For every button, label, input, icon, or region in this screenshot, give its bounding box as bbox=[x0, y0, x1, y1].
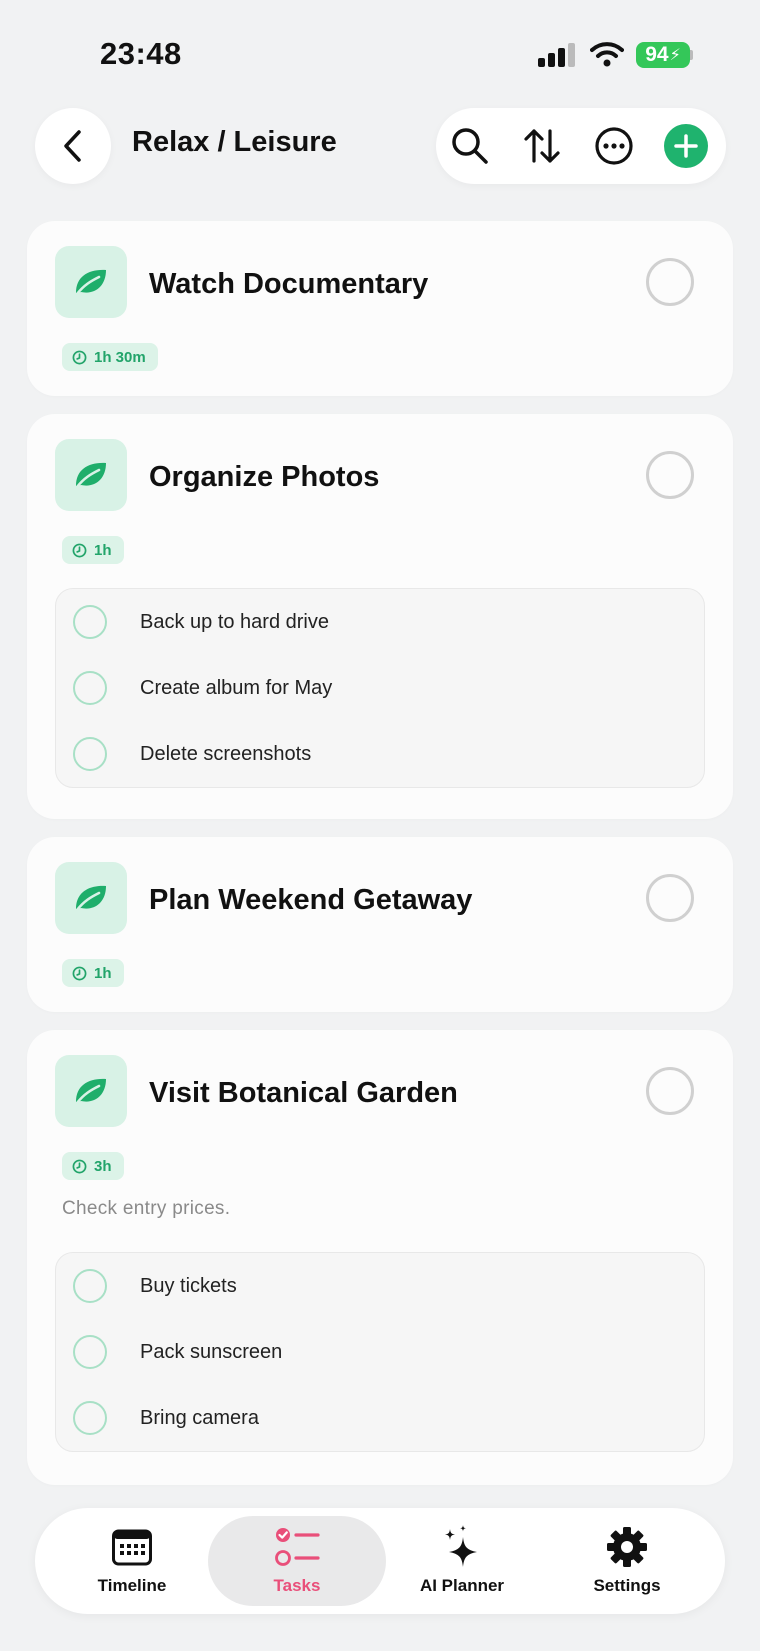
task-title: Plan Weekend Getaway bbox=[149, 884, 473, 916]
subtask-item[interactable]: Pack sunscreen bbox=[56, 1319, 704, 1385]
subtask-item[interactable]: Bring camera bbox=[56, 1385, 704, 1451]
subtask-checkbox[interactable] bbox=[73, 671, 107, 705]
subtask-label: Buy tickets bbox=[140, 1274, 237, 1297]
header: Relax / Leisure bbox=[0, 100, 760, 200]
cellular-signal-icon bbox=[538, 42, 578, 73]
duration-text: 1h bbox=[94, 541, 112, 559]
calendar-icon bbox=[112, 1526, 152, 1568]
subtask-list: Buy tickets Pack sunscreen Bring camera bbox=[55, 1252, 705, 1452]
header-actions bbox=[436, 108, 726, 184]
tab-tasks[interactable]: Tasks bbox=[208, 1516, 386, 1606]
chevron-left-icon bbox=[64, 130, 81, 162]
task-list: Watch Documentary 1h 30m Organize Photos… bbox=[27, 221, 733, 1503]
tab-label: Tasks bbox=[273, 1576, 321, 1595]
status-bar: 23:48 94 ⚡ bbox=[0, 0, 760, 100]
leaf-icon bbox=[55, 439, 127, 511]
status-time: 23:48 bbox=[100, 36, 182, 71]
tab-ai-planner[interactable]: AI Planner bbox=[373, 1516, 551, 1606]
subtask-checkbox[interactable] bbox=[73, 1401, 107, 1435]
tab-settings[interactable]: Settings bbox=[538, 1516, 716, 1606]
task-card[interactable]: Organize Photos 1h Back up to hard drive… bbox=[27, 414, 733, 819]
sparkles-icon bbox=[441, 1525, 483, 1568]
charging-bolt-icon: ⚡ bbox=[669, 47, 681, 64]
subtask-list: Back up to hard drive Create album for M… bbox=[55, 588, 705, 788]
ellipsis-circle-icon bbox=[595, 127, 633, 165]
duration-badge: 1h bbox=[62, 959, 124, 987]
tab-timeline[interactable]: Timeline bbox=[43, 1516, 221, 1606]
duration-text: 3h bbox=[94, 1157, 112, 1175]
task-title: Visit Botanical Garden bbox=[149, 1077, 458, 1109]
subtask-checkbox[interactable] bbox=[73, 737, 107, 771]
subtask-checkbox[interactable] bbox=[73, 1335, 107, 1369]
task-card[interactable]: Plan Weekend Getaway 1h bbox=[27, 837, 733, 1012]
subtask-label: Pack sunscreen bbox=[140, 1340, 283, 1363]
task-title: Organize Photos bbox=[149, 461, 380, 493]
leaf-icon bbox=[55, 862, 127, 934]
back-button[interactable] bbox=[35, 108, 111, 184]
tab-label: Timeline bbox=[97, 1576, 167, 1595]
search-icon bbox=[452, 128, 488, 164]
task-card[interactable]: Watch Documentary 1h 30m bbox=[27, 221, 733, 396]
plus-circle-icon bbox=[664, 124, 708, 168]
task-complete-checkbox[interactable] bbox=[646, 1067, 694, 1115]
subtask-item[interactable]: Buy tickets bbox=[56, 1253, 704, 1319]
sort-arrows-icon bbox=[524, 129, 560, 163]
duration-text: 1h 30m bbox=[94, 348, 146, 366]
subtask-item[interactable]: Back up to hard drive bbox=[56, 589, 704, 655]
gear-icon bbox=[606, 1526, 648, 1568]
subtask-checkbox[interactable] bbox=[73, 1269, 107, 1303]
duration-badge: 1h 30m bbox=[62, 343, 158, 371]
page-title: Relax / Leisure bbox=[132, 126, 337, 158]
subtask-item[interactable]: Delete screenshots bbox=[56, 721, 704, 787]
clock-icon bbox=[72, 350, 87, 364]
search-button[interactable] bbox=[446, 122, 494, 170]
clock-icon bbox=[72, 1159, 87, 1173]
subtask-label: Create album for May bbox=[140, 676, 333, 699]
subtask-label: Bring camera bbox=[140, 1406, 259, 1429]
task-complete-checkbox[interactable] bbox=[646, 874, 694, 922]
duration-text: 1h bbox=[94, 964, 112, 982]
leaf-icon bbox=[55, 1055, 127, 1127]
subtask-label: Delete screenshots bbox=[140, 742, 312, 765]
tab-label: AI Planner bbox=[419, 1576, 505, 1595]
tab-label: Settings bbox=[593, 1576, 661, 1595]
subtask-label: Back up to hard drive bbox=[140, 610, 329, 633]
clock-icon bbox=[72, 543, 87, 557]
clock-icon bbox=[72, 966, 87, 980]
battery-level: 94 bbox=[645, 43, 669, 66]
duration-badge: 1h bbox=[62, 536, 124, 564]
sort-button[interactable] bbox=[518, 122, 566, 170]
task-complete-checkbox[interactable] bbox=[646, 451, 694, 499]
wifi-icon bbox=[590, 40, 624, 73]
battery-tip bbox=[690, 50, 693, 60]
subtask-checkbox[interactable] bbox=[73, 605, 107, 639]
subtask-item[interactable]: Create album for May bbox=[56, 655, 704, 721]
add-task-button[interactable] bbox=[662, 122, 710, 170]
leaf-icon bbox=[55, 246, 127, 318]
more-options-button[interactable] bbox=[590, 122, 638, 170]
task-title: Watch Documentary bbox=[149, 268, 429, 300]
task-card[interactable]: Visit Botanical Garden 3h Check entry pr… bbox=[27, 1030, 733, 1485]
battery-indicator: 94 ⚡ bbox=[636, 42, 690, 68]
task-list-icon bbox=[274, 1526, 320, 1568]
duration-badge: 3h bbox=[62, 1152, 124, 1180]
task-note: Check entry prices. bbox=[62, 1198, 231, 1219]
task-complete-checkbox[interactable] bbox=[646, 258, 694, 306]
tab-bar: Timeline Tasks AI Planner Settings bbox=[35, 1508, 725, 1614]
